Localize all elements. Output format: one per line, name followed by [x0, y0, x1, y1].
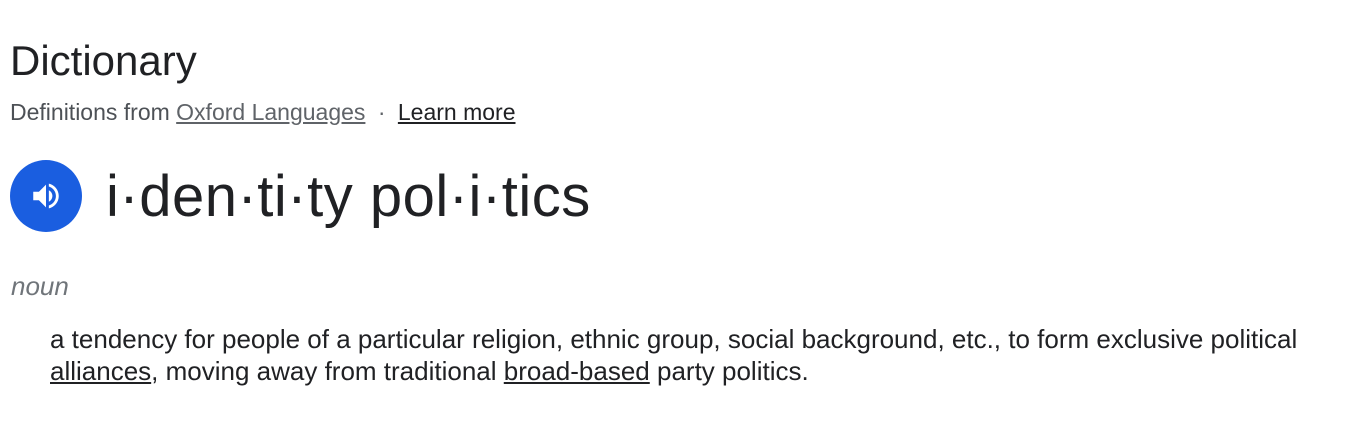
definition-text: a tendency for people of a particular re…: [50, 323, 1320, 387]
part-of-speech: noun: [11, 271, 69, 301]
broad-based-link[interactable]: broad-based: [504, 356, 650, 386]
source-line: Definitions from Oxford Languages · Lear…: [10, 97, 516, 127]
pronounce-button[interactable]: [10, 160, 82, 232]
definition-part-2: , moving away from traditional: [151, 356, 504, 386]
headword: i·den·ti·ty pol·i·tics: [106, 164, 591, 229]
speaker-icon: [33, 183, 59, 209]
definition-part-3: party politics.: [649, 356, 809, 386]
dictionary-title: Dictionary: [10, 37, 197, 84]
learn-more-link[interactable]: Learn more: [398, 99, 516, 125]
oxford-languages-link[interactable]: Oxford Languages: [176, 99, 365, 125]
separator-dot: ·: [377, 99, 386, 125]
source-prefix: Definitions from: [10, 99, 170, 125]
alliances-link[interactable]: alliances: [50, 356, 151, 386]
definition-part-1: a tendency for people of a particular re…: [50, 324, 1298, 354]
